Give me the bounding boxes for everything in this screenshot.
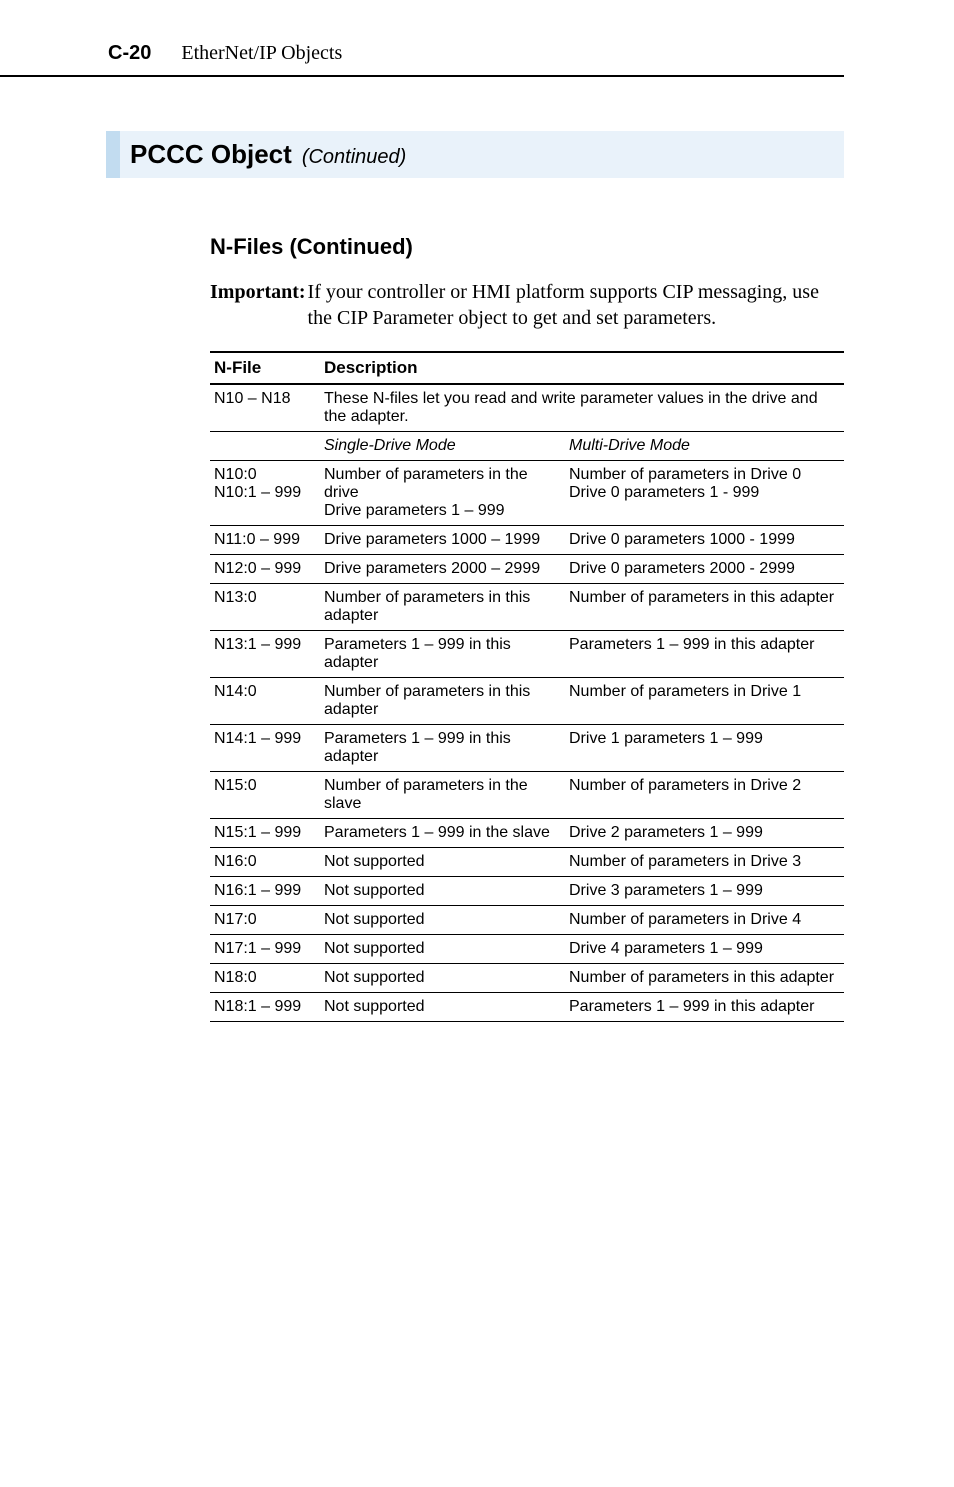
table-row: N16:0 Not supported Number of parameters… bbox=[210, 848, 844, 877]
cell-multi: Drive 4 parameters 1 – 999 bbox=[565, 935, 844, 964]
table-row: N12:0 – 999 Drive parameters 2000 – 2999… bbox=[210, 555, 844, 584]
table-row-modes: Single-Drive Mode Multi-Drive Mode bbox=[210, 432, 844, 461]
cell-empty bbox=[210, 432, 320, 461]
cell-nfile: N12:0 – 999 bbox=[210, 555, 320, 584]
cell-nfile: N15:0 bbox=[210, 772, 320, 819]
table-row: N17:1 – 999 Not supported Drive 4 parame… bbox=[210, 935, 844, 964]
cell-single: Number of parameters in the drive Drive … bbox=[320, 461, 565, 526]
important-block: Important: If your controller or HMI pla… bbox=[210, 280, 844, 331]
cell-multi: Drive 3 parameters 1 – 999 bbox=[565, 877, 844, 906]
th-description: Description bbox=[320, 352, 844, 384]
cell-single: Not supported bbox=[320, 848, 565, 877]
table-row: N18:0 Not supported Number of parameters… bbox=[210, 964, 844, 993]
cell-multi: Number of parameters in Drive 3 bbox=[565, 848, 844, 877]
table-row: N16:1 – 999 Not supported Drive 3 parame… bbox=[210, 877, 844, 906]
cell-single: Number of parameters in the slave bbox=[320, 772, 565, 819]
table-row: N18:1 – 999 Not supported Parameters 1 –… bbox=[210, 993, 844, 1022]
cell-multi: Number of parameters in Drive 1 bbox=[565, 678, 844, 725]
cell-nfile: N16:0 bbox=[210, 848, 320, 877]
cell-single: Not supported bbox=[320, 964, 565, 993]
cell-mode-single: Single-Drive Mode bbox=[320, 432, 565, 461]
cell-single: Drive parameters 2000 – 2999 bbox=[320, 555, 565, 584]
cell-multi: Drive 2 parameters 1 – 999 bbox=[565, 819, 844, 848]
table-row: N10 – N18 These N-files let you read and… bbox=[210, 384, 844, 432]
cell-multi: Drive 0 parameters 2000 - 2999 bbox=[565, 555, 844, 584]
cell-range: N10 – N18 bbox=[210, 384, 320, 432]
content-area: N-Files (Continued) Important: If your c… bbox=[0, 234, 844, 1022]
nfiles-heading: N-Files (Continued) bbox=[210, 234, 844, 260]
cell-single: Not supported bbox=[320, 993, 565, 1022]
nfile-table: N-File Description N10 – N18 These N-fil… bbox=[210, 351, 844, 1022]
cell-single: Number of parameters in this adapter bbox=[320, 584, 565, 631]
cell-multi: Number of parameters in this adapter bbox=[565, 964, 844, 993]
cell-multi: Drive 1 parameters 1 – 999 bbox=[565, 725, 844, 772]
cell-nfile: N13:0 bbox=[210, 584, 320, 631]
cell-nfile: N14:1 – 999 bbox=[210, 725, 320, 772]
page: C-20 EtherNet/IP Objects PCCC Object (Co… bbox=[0, 0, 954, 1487]
table-row: N13:1 – 999 Parameters 1 – 999 in this a… bbox=[210, 631, 844, 678]
table-row: N10:0 N10:1 – 999 Number of parameters i… bbox=[210, 461, 844, 526]
table-row: N15:0 Number of parameters in the slave … bbox=[210, 772, 844, 819]
table-row: N14:1 – 999 Parameters 1 – 999 in this a… bbox=[210, 725, 844, 772]
table-row: N11:0 – 999 Drive parameters 1000 – 1999… bbox=[210, 526, 844, 555]
cell-single: Not supported bbox=[320, 877, 565, 906]
cell-multi: Number of parameters in Drive 2 bbox=[565, 772, 844, 819]
cell-single: Parameters 1 – 999 in this adapter bbox=[320, 631, 565, 678]
cell-multi: Parameters 1 – 999 in this adapter bbox=[565, 993, 844, 1022]
cell-nfile: N17:0 bbox=[210, 906, 320, 935]
table-row: N14:0 Number of parameters in this adapt… bbox=[210, 678, 844, 725]
cell-nfile: N16:1 – 999 bbox=[210, 877, 320, 906]
cell-multi: Parameters 1 – 999 in this adapter bbox=[565, 631, 844, 678]
cell-nfile: N10:0 N10:1 – 999 bbox=[210, 461, 320, 526]
cell-nfile: N13:1 – 999 bbox=[210, 631, 320, 678]
cell-mode-multi: Multi-Drive Mode bbox=[565, 432, 844, 461]
header-section-number: C-20 bbox=[108, 42, 151, 65]
cell-multi: Number of parameters in Drive 4 bbox=[565, 906, 844, 935]
pccc-object-heading: PCCC Object (Continued) bbox=[106, 131, 844, 178]
table-row: N15:1 – 999 Parameters 1 – 999 in the sl… bbox=[210, 819, 844, 848]
cell-single: Not supported bbox=[320, 906, 565, 935]
pccc-continued: (Continued) bbox=[302, 146, 407, 169]
important-label: Important: bbox=[210, 280, 306, 331]
pccc-accent-bar bbox=[106, 131, 120, 178]
cell-range-desc: These N-files let you read and write par… bbox=[320, 384, 844, 432]
page-header: C-20 EtherNet/IP Objects bbox=[0, 42, 844, 77]
cell-multi: Number of parameters in Drive 0 Drive 0 … bbox=[565, 461, 844, 526]
cell-nfile: N11:0 – 999 bbox=[210, 526, 320, 555]
table-header-row: N-File Description bbox=[210, 352, 844, 384]
th-nfile: N-File bbox=[210, 352, 320, 384]
cell-single: Parameters 1 – 999 in the slave bbox=[320, 819, 565, 848]
cell-single: Parameters 1 – 999 in this adapter bbox=[320, 725, 565, 772]
cell-multi: Drive 0 parameters 1000 - 1999 bbox=[565, 526, 844, 555]
cell-single: Not supported bbox=[320, 935, 565, 964]
cell-nfile: N18:1 – 999 bbox=[210, 993, 320, 1022]
pccc-title: PCCC Object bbox=[130, 139, 292, 170]
cell-nfile: N14:0 bbox=[210, 678, 320, 725]
header-section-title: EtherNet/IP Objects bbox=[181, 42, 342, 65]
cell-single: Drive parameters 1000 – 1999 bbox=[320, 526, 565, 555]
cell-nfile: N18:0 bbox=[210, 964, 320, 993]
cell-multi: Number of parameters in this adapter bbox=[565, 584, 844, 631]
cell-nfile: N15:1 – 999 bbox=[210, 819, 320, 848]
table-row: N17:0 Not supported Number of parameters… bbox=[210, 906, 844, 935]
pccc-title-background: PCCC Object (Continued) bbox=[120, 131, 844, 178]
table-row: N13:0 Number of parameters in this adapt… bbox=[210, 584, 844, 631]
cell-nfile: N17:1 – 999 bbox=[210, 935, 320, 964]
cell-single: Number of parameters in this adapter bbox=[320, 678, 565, 725]
important-text: If your controller or HMI platform suppo… bbox=[308, 280, 844, 331]
